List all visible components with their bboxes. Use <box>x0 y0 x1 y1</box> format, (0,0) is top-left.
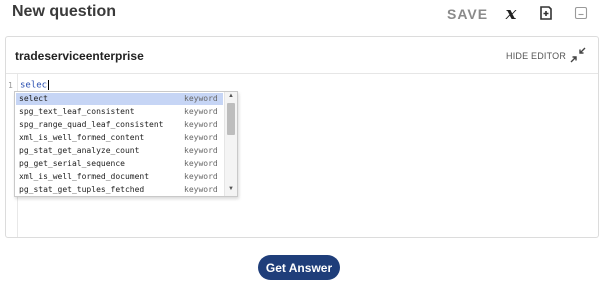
autocomplete-item[interactable]: spg_range_quad_leaf_consistent keyword <box>16 119 223 131</box>
autocomplete-item[interactable]: spg_text_leaf_consistent keyword <box>16 106 223 118</box>
get-answer-button[interactable]: Get Answer <box>258 255 340 280</box>
page-title: New question <box>12 3 117 20</box>
autocomplete-item-kind: keyword <box>184 146 218 155</box>
scrollbar-thumb[interactable] <box>227 103 235 135</box>
collapse-icon[interactable] <box>568 45 588 65</box>
autocomplete-item[interactable]: pg_get_serial_sequence keyword <box>16 158 223 170</box>
autocomplete-item-kind: keyword <box>184 172 218 181</box>
scroll-up-icon[interactable]: ▲ <box>228 93 234 99</box>
autocomplete-item-kind: keyword <box>184 94 218 103</box>
autocomplete-item-kind: keyword <box>184 107 218 116</box>
code-text: selec <box>20 80 48 91</box>
autocomplete-item[interactable]: pg_stat_get_analyze_count keyword <box>16 145 223 157</box>
connection-name[interactable]: tradeserviceenterprise <box>15 49 144 63</box>
function-x-icon[interactable]: 𝒙 <box>500 2 522 24</box>
autocomplete-item[interactable]: xml_is_well_formed_document keyword <box>16 171 223 183</box>
autocomplete-item-name: pg_stat_get_analyze_count <box>19 146 140 155</box>
autocomplete-item-name: pg_stat_get_tuples_fetched <box>19 185 145 194</box>
autocomplete-item-kind: keyword <box>184 133 218 142</box>
autocomplete-item-name: select <box>19 94 48 103</box>
autocomplete-item-name: pg_get_serial_sequence <box>19 159 125 168</box>
add-card-icon[interactable] <box>535 2 557 24</box>
autocomplete-item-kind: keyword <box>184 159 218 168</box>
autocomplete-scrollbar[interactable]: ▲ ▼ <box>224 92 237 196</box>
save-button[interactable]: SAVE <box>447 6 488 22</box>
autocomplete-popup: select keyword spg_text_leaf_consistent … <box>14 91 238 197</box>
editor-header: tradeserviceenterprise HIDE EDITOR <box>6 37 598 74</box>
autocomplete-item-kind: keyword <box>184 185 218 194</box>
autocomplete-item[interactable]: select keyword <box>16 93 223 105</box>
autocomplete-item-name: spg_text_leaf_consistent <box>19 107 135 116</box>
autocomplete-item-name: xml_is_well_formed_document <box>19 172 150 181</box>
autocomplete-item[interactable]: xml_is_well_formed_content keyword <box>16 132 223 144</box>
autocomplete-item[interactable]: pg_stat_get_tuples_fetched keyword <box>16 184 223 196</box>
hide-editor-button[interactable]: HIDE EDITOR <box>506 51 566 61</box>
top-bar: New question SAVE 𝒙 <box>0 0 600 28</box>
code-line[interactable]: selec <box>20 80 50 91</box>
scroll-down-icon[interactable]: ▼ <box>228 186 234 192</box>
autocomplete-item-name: xml_is_well_formed_content <box>19 133 145 142</box>
text-caret <box>48 80 50 90</box>
line-number: 1 <box>8 81 13 90</box>
autocomplete-item-name: spg_range_quad_leaf_consistent <box>19 120 164 129</box>
minimize-icon[interactable] <box>570 2 592 24</box>
autocomplete-item-kind: keyword <box>184 120 218 129</box>
